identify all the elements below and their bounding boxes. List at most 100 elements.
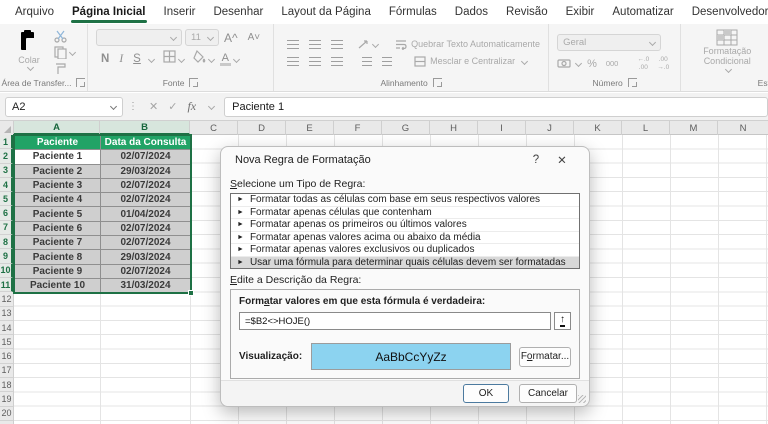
row-header[interactable]: 2 xyxy=(0,149,13,163)
underline-button[interactable]: S xyxy=(128,53,146,65)
rule-option-5[interactable]: ►Formatar apenas valores exclusivos ou d… xyxy=(231,244,579,257)
row-header[interactable]: 12 xyxy=(0,292,13,306)
wrap-text-button[interactable]: Quebrar Texto Automaticamente xyxy=(395,39,540,50)
cell-a10[interactable]: Paciente 9 xyxy=(15,265,101,279)
column-header-a[interactable]: A xyxy=(14,121,100,135)
cell-b11[interactable]: 31/03/2024 xyxy=(101,279,191,293)
cell-b7[interactable]: 02/07/2024 xyxy=(101,222,191,236)
align-right-button[interactable] xyxy=(331,57,343,66)
menu-layout-da-pagina[interactable]: Layout da Página xyxy=(272,1,380,24)
row-header[interactable]: 19 xyxy=(0,392,13,406)
decrease-decimal-button[interactable]: .00→.0 xyxy=(654,56,672,70)
table-header-data-consulta[interactable]: Data da Consulta xyxy=(101,136,191,150)
menu-desenvolvedor[interactable]: Desenvolvedor xyxy=(683,1,768,24)
table-header-paciente[interactable]: Paciente xyxy=(15,136,101,150)
fill-color-button[interactable] xyxy=(193,50,206,68)
formula-input[interactable]: Paciente 1 xyxy=(224,97,768,117)
column-header-h[interactable]: H xyxy=(430,121,478,135)
column-header-c[interactable]: C xyxy=(190,121,238,135)
menu-exibir[interactable]: Exibir xyxy=(557,1,604,24)
row-header[interactable]: 9 xyxy=(0,249,13,263)
row-header[interactable]: 8 xyxy=(0,235,13,249)
accounting-format-icon[interactable] xyxy=(557,58,571,69)
rule-formula-input[interactable]: =$B2<>HOJE() xyxy=(239,312,551,330)
row-header[interactable]: 17 xyxy=(0,364,13,378)
orientation-icon[interactable] xyxy=(357,39,370,50)
collapse-dialog-button[interactable]: ↑ xyxy=(554,312,571,330)
increase-indent-button[interactable] xyxy=(382,57,392,66)
cell-a9[interactable]: Paciente 8 xyxy=(15,250,101,264)
rule-option-6-selected[interactable]: ►Usar uma fórmula para determinar quais … xyxy=(231,257,579,269)
column-header-i[interactable]: I xyxy=(478,121,526,135)
borders-button[interactable] xyxy=(163,50,176,68)
row-header[interactable]: 10 xyxy=(0,264,13,278)
cell-b6[interactable]: 01/04/2024 xyxy=(101,207,191,221)
row-header[interactable]: 14 xyxy=(0,321,13,335)
cell-a4[interactable]: Paciente 3 xyxy=(15,179,101,193)
rule-option-2[interactable]: ►Formatar apenas células que contenham xyxy=(231,207,579,220)
insert-function-button[interactable]: fx xyxy=(187,99,196,114)
column-header-f[interactable]: F xyxy=(334,121,382,135)
name-box[interactable]: A2 xyxy=(5,97,123,117)
row-header[interactable]: 4 xyxy=(0,178,13,192)
format-painter-button[interactable] xyxy=(54,62,75,75)
column-header-g[interactable]: G xyxy=(382,121,430,135)
row-header[interactable]: 20 xyxy=(0,407,13,421)
rule-option-4[interactable]: ►Formatar apenas valores acima ou abaixo… xyxy=(231,232,579,245)
italic-button[interactable]: I xyxy=(114,53,128,65)
row-header[interactable]: 1 xyxy=(0,135,13,149)
cell-b9[interactable]: 29/03/2024 xyxy=(101,250,191,264)
resize-grip-icon[interactable] xyxy=(578,395,586,403)
font-name-select[interactable] xyxy=(96,29,182,46)
grow-font-button[interactable]: A^ xyxy=(219,31,243,45)
column-header-m[interactable]: M xyxy=(670,121,718,135)
cancel-entry-button[interactable]: ✕ xyxy=(149,100,158,113)
cell-b2[interactable]: 02/07/2024 xyxy=(101,150,191,164)
cell-a8[interactable]: Paciente 7 xyxy=(15,236,101,250)
dialog-launcher-icon[interactable] xyxy=(76,78,85,87)
column-header-k[interactable]: K xyxy=(574,121,622,135)
column-header-n[interactable]: N xyxy=(718,121,768,135)
row-header[interactable]: 7 xyxy=(0,221,13,235)
row-header[interactable]: 6 xyxy=(0,206,13,220)
align-middle-button[interactable] xyxy=(309,40,321,49)
align-bottom-button[interactable] xyxy=(331,40,343,49)
cut-button[interactable] xyxy=(54,30,75,43)
column-header-b[interactable]: B xyxy=(100,121,190,135)
help-button[interactable]: ? xyxy=(523,154,549,166)
column-header-l[interactable]: L xyxy=(622,121,670,135)
dialog-launcher-icon[interactable] xyxy=(628,78,637,87)
row-header[interactable]: 3 xyxy=(0,164,13,178)
column-header-d[interactable]: D xyxy=(238,121,286,135)
menu-automatizar[interactable]: Automatizar xyxy=(603,1,682,24)
paste-button[interactable]: Colar xyxy=(8,29,50,76)
row-header[interactable]: 15 xyxy=(0,335,13,349)
bold-button[interactable]: N xyxy=(96,53,114,65)
cell-a6[interactable]: Paciente 5 xyxy=(15,207,101,221)
menu-revisao[interactable]: Revisão xyxy=(497,1,557,24)
menu-arquivo[interactable]: Arquivo xyxy=(6,1,63,24)
align-top-button[interactable] xyxy=(287,40,299,49)
cell-b8[interactable]: 02/07/2024 xyxy=(101,236,191,250)
align-left-button[interactable] xyxy=(287,57,299,66)
cell-a7[interactable]: Paciente 6 xyxy=(15,222,101,236)
conditional-formatting-button[interactable]: Formatação Condicional xyxy=(689,29,765,76)
rule-option-3[interactable]: ►Formatar apenas os primeiros ou últimos… xyxy=(231,219,579,232)
column-header-e[interactable]: E xyxy=(286,121,334,135)
cell-a2-active[interactable]: Paciente 1 xyxy=(15,150,101,164)
fill-handle[interactable] xyxy=(188,290,194,296)
column-header-j[interactable]: J xyxy=(526,121,574,135)
merge-center-button[interactable]: Mesclar e Centralizar xyxy=(414,56,527,67)
dialog-launcher-icon[interactable] xyxy=(433,78,442,87)
align-center-button[interactable] xyxy=(309,57,321,66)
ok-button[interactable]: OK xyxy=(463,384,509,403)
menu-inserir[interactable]: Inserir xyxy=(155,1,205,24)
decrease-indent-button[interactable] xyxy=(362,57,372,66)
shrink-font-button[interactable]: A˅ xyxy=(243,32,266,43)
cancel-button[interactable]: Cancelar xyxy=(519,384,577,403)
cell-b10[interactable]: 02/07/2024 xyxy=(101,265,191,279)
row-header[interactable]: 5 xyxy=(0,192,13,206)
cell-a11[interactable]: Paciente 10 xyxy=(15,279,101,293)
cell-b5[interactable]: 02/07/2024 xyxy=(101,193,191,207)
cell-a5[interactable]: Paciente 4 xyxy=(15,193,101,207)
